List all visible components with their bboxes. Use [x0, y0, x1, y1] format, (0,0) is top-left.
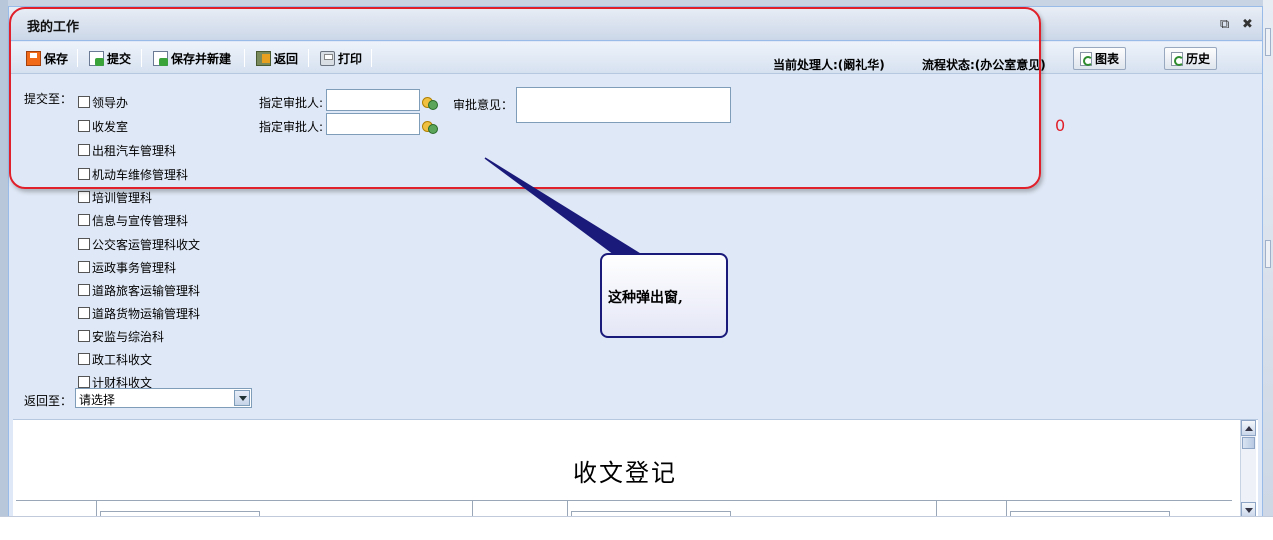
- checkbox[interactable]: [78, 191, 90, 203]
- department-label: 道路旅客运输管理科: [92, 283, 201, 298]
- close-icon[interactable]: ✖: [1242, 17, 1253, 32]
- department-label: 公交客运管理科收文: [92, 237, 201, 252]
- department-option[interactable]: 政工科收文: [78, 351, 152, 367]
- department-option[interactable]: 道路货物运输管理科: [78, 305, 200, 321]
- bottom-strip: [0, 516, 1273, 540]
- document-title: 收文登记: [573, 459, 677, 487]
- checkbox[interactable]: [78, 376, 90, 388]
- checkbox[interactable]: [78, 307, 90, 319]
- department-option[interactable]: 运政事务管理科: [78, 259, 176, 275]
- background-scroll-knob[interactable]: [1265, 28, 1271, 56]
- checkbox[interactable]: [78, 330, 90, 342]
- background-page-left: [0, 0, 8, 540]
- background-scroll-knob[interactable]: [1265, 240, 1271, 268]
- document-scrollbar[interactable]: [1240, 420, 1256, 518]
- department-option[interactable]: 安监与综治科: [78, 328, 164, 344]
- department-label: 信息与宣传管理科: [92, 213, 189, 228]
- checkbox[interactable]: [78, 284, 90, 296]
- chart-button[interactable]: 图表: [1073, 47, 1127, 70]
- history-button[interactable]: 历史: [1164, 47, 1218, 70]
- department-option[interactable]: 培训管理科: [78, 189, 152, 205]
- return-to-select[interactable]: 请选择: [75, 388, 252, 408]
- department-label: 安监与综治科: [92, 329, 165, 344]
- annotation-callout-text: 这种弹出窗,: [608, 290, 683, 306]
- checkbox[interactable]: [78, 238, 90, 250]
- scroll-thumb[interactable]: [1242, 437, 1255, 449]
- return-to-label: 返回至：: [24, 394, 73, 408]
- annotation-mark: 0: [1055, 116, 1066, 135]
- department-option[interactable]: 信息与宣传管理科: [78, 212, 188, 228]
- department-label: 道路货物运输管理科: [92, 306, 201, 321]
- annotation-highlight-box: [9, 7, 1041, 189]
- chevron-down-icon[interactable]: [234, 390, 250, 406]
- department-label: 政工科收文: [92, 352, 153, 367]
- checkbox[interactable]: [78, 353, 90, 365]
- department-option[interactable]: 公交客运管理科收文: [78, 236, 200, 252]
- history-label: 历史: [1186, 52, 1211, 66]
- chart-icon: [1080, 51, 1093, 66]
- history-icon: [1171, 51, 1184, 66]
- department-label: 培训管理科: [92, 190, 153, 205]
- department-label: 运政事务管理科: [92, 260, 177, 275]
- restore-icon[interactable]: ⧉: [1220, 17, 1229, 32]
- return-to-selected: 请选择: [79, 393, 116, 407]
- scroll-up-icon[interactable]: [1241, 420, 1256, 436]
- department-option[interactable]: 道路旅客运输管理科: [78, 282, 200, 298]
- checkbox[interactable]: [78, 214, 90, 226]
- document-panel: 收文登记: [13, 419, 1258, 518]
- background-scrollbar[interactable]: [1263, 0, 1273, 540]
- chart-label: 图表: [1095, 52, 1120, 66]
- checkbox[interactable]: [78, 261, 90, 273]
